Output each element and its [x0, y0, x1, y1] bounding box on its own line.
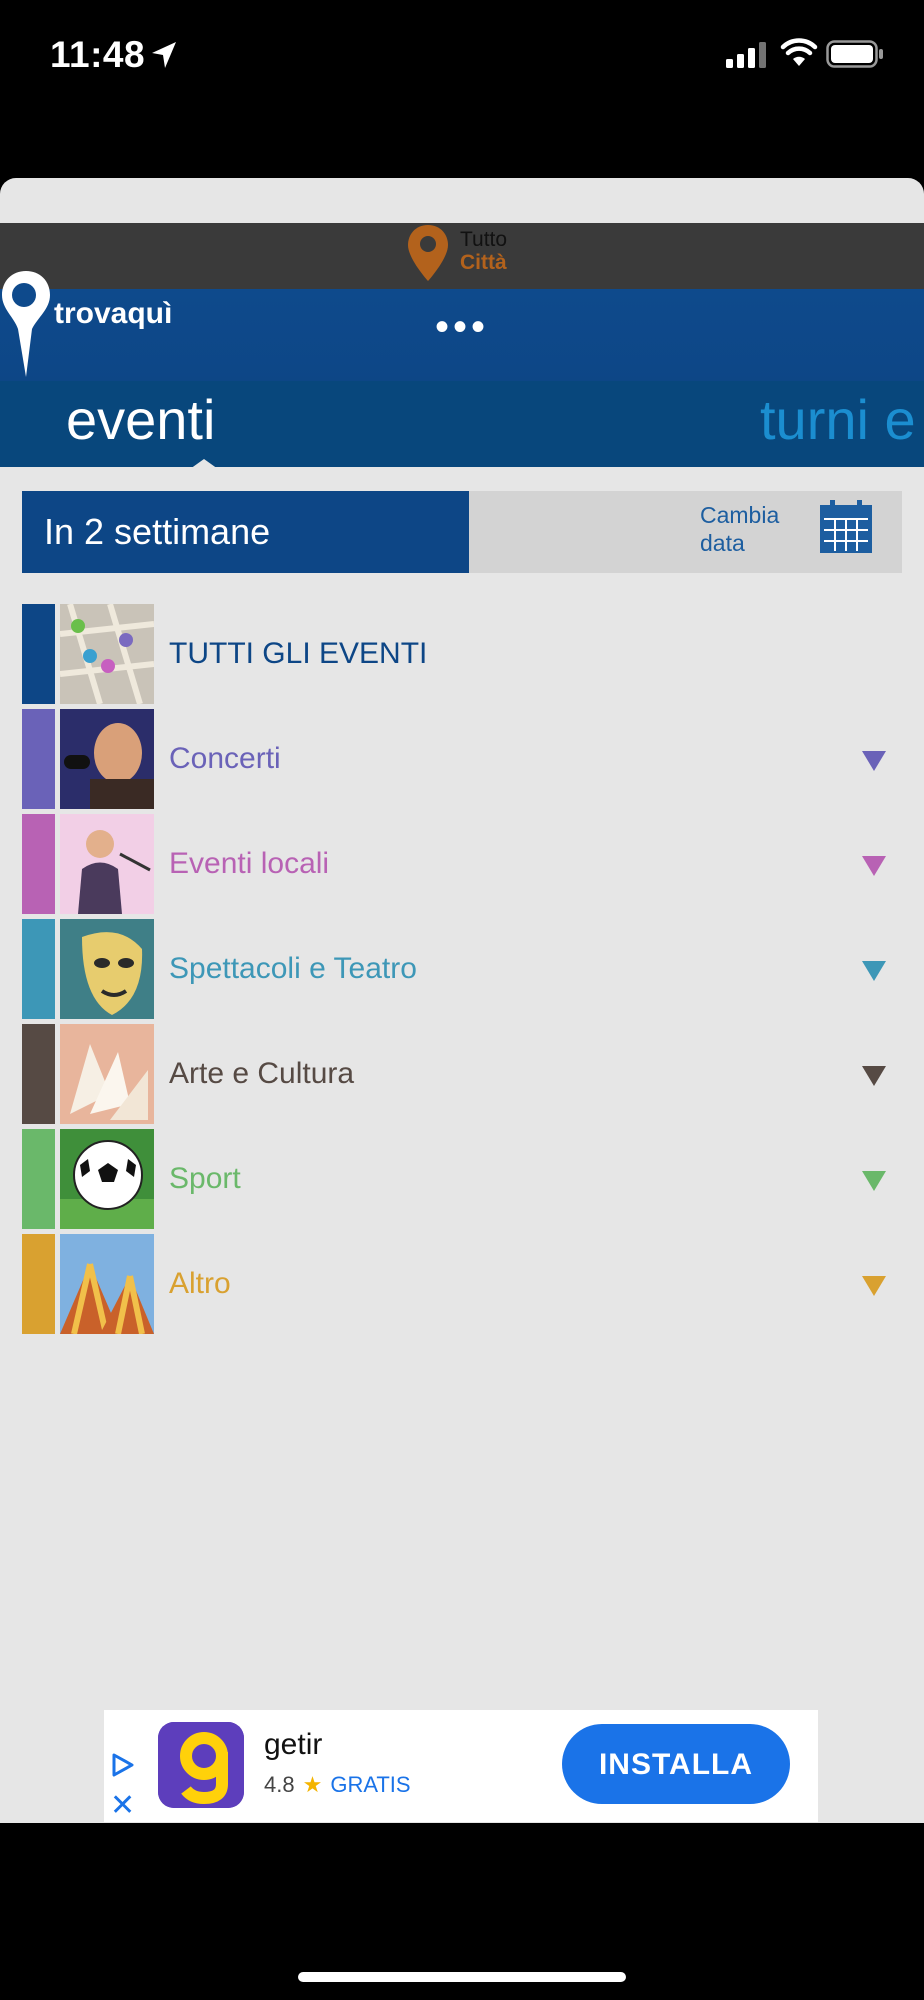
category-list: TUTTI GLI EVENTI Concerti Eventi locali …: [22, 604, 902, 1339]
wifi-icon: [780, 38, 818, 66]
install-button[interactable]: INSTALLA: [562, 1724, 790, 1804]
ad-rating-line: 4.8 ★ GRATIS: [264, 1772, 411, 1798]
tab-strip: eventi turni e: [0, 381, 924, 467]
category-color-bar: [22, 1234, 55, 1334]
getir-app-icon: [158, 1722, 244, 1808]
expand-arrow-icon[interactable]: [862, 1171, 886, 1191]
category-color-bar: [22, 604, 55, 704]
ad-app-name: getir: [264, 1728, 323, 1761]
ad-close-button[interactable]: ✕: [110, 1788, 135, 1823]
category-row-eventi-locali[interactable]: Eventi locali: [22, 814, 902, 914]
category-color-bar: [22, 709, 55, 809]
change-date-button[interactable]: Cambia data: [700, 501, 779, 557]
expand-arrow-icon[interactable]: [862, 856, 886, 876]
speaker-icon: [60, 814, 154, 914]
ad-rating: 4.8: [264, 1772, 295, 1797]
tuttocitta-pin-icon: [408, 225, 448, 281]
category-row-tutti[interactable]: TUTTI GLI EVENTI: [22, 604, 902, 704]
category-color-bar: [22, 1024, 55, 1124]
tab-eventi[interactable]: eventi: [66, 387, 215, 452]
category-label: Arte e Cultura: [169, 1057, 355, 1090]
star-icon: ★: [302, 1772, 323, 1797]
category-color-bar: [22, 919, 55, 1019]
expand-arrow-icon[interactable]: [862, 1276, 886, 1296]
theater-mask-icon: [60, 919, 154, 1019]
category-label: TUTTI GLI EVENTI: [169, 637, 428, 670]
battery-icon: [826, 40, 883, 68]
map-pins-icon: [60, 604, 154, 704]
status-time: 11:48: [50, 34, 146, 75]
category-color-bar: [22, 1129, 55, 1229]
expand-arrow-icon[interactable]: [862, 751, 886, 771]
active-tab-indicator: [190, 459, 218, 469]
expand-arrow-icon[interactable]: [862, 961, 886, 981]
book-icon: [60, 1024, 154, 1124]
category-label: Spettacoli e Teatro: [169, 952, 417, 985]
singer-icon: [60, 709, 154, 809]
category-color-bar: [22, 814, 55, 914]
ad-price: GRATIS: [330, 1772, 411, 1797]
soccer-ball-icon: [60, 1129, 154, 1229]
more-menu-button[interactable]: •••: [435, 307, 489, 347]
category-row-concerti[interactable]: Concerti: [22, 709, 902, 809]
tuttocitta-line2: Città: [460, 251, 507, 274]
category-label: Eventi locali: [169, 847, 330, 880]
change-date-line2: data: [700, 530, 745, 556]
tab-turni[interactable]: turni e: [760, 387, 916, 452]
date-filter-bar: In 2 settimane Cambia data: [22, 491, 902, 573]
home-indicator[interactable]: [298, 1972, 626, 1982]
change-date-line1: Cambia: [700, 502, 780, 528]
category-label: Sport: [169, 1162, 241, 1195]
tuttocitta-bar[interactable]: Tutto Città: [0, 223, 924, 289]
category-row-arte[interactable]: Arte e Cultura: [22, 1024, 902, 1124]
category-label: Concerti: [169, 742, 281, 775]
category-row-spettacoli[interactable]: Spettacoli e Teatro: [22, 919, 902, 1019]
location-arrow-icon: [152, 42, 176, 68]
cellular-signal-icon: [726, 42, 766, 68]
category-row-sport[interactable]: Sport: [22, 1129, 902, 1229]
trovaqui-pin-icon[interactable]: [0, 269, 52, 379]
category-row-altro[interactable]: Altro: [22, 1234, 902, 1334]
app-header: trovaquì ••• eventi turni e: [0, 271, 924, 469]
app-sheet: Tutto Città trovaquì ••• eventi turni e …: [0, 178, 924, 1823]
calendar-icon[interactable]: [818, 499, 874, 555]
circus-tent-icon: [60, 1234, 154, 1334]
expand-arrow-icon[interactable]: [862, 1066, 886, 1086]
date-range-label: In 2 settimane: [22, 491, 469, 573]
tuttocitta-line1: Tutto: [460, 228, 508, 251]
ad-banner[interactable]: ✕ getir 4.8 ★ GRATIS INSTALLA: [104, 1710, 818, 1822]
status-bar: 11:48: [0, 0, 924, 110]
trovaqui-logo-text: trovaquì: [54, 297, 173, 330]
tuttocitta-logo-text: Tutto Città: [460, 228, 507, 274]
category-label: Altro: [169, 1267, 231, 1300]
adchoices-icon[interactable]: [110, 1752, 136, 1778]
